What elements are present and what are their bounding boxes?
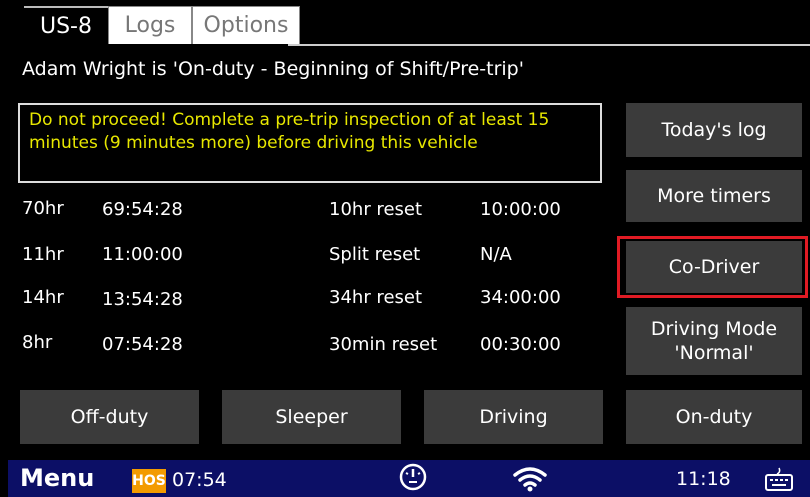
tab-us8[interactable]: US-8 — [24, 6, 108, 44]
todays-log-button[interactable]: Today's log — [626, 103, 802, 157]
menu-button[interactable]: Menu — [20, 464, 94, 492]
timer-8hr-value: 07:54:28 — [102, 334, 183, 355]
keyboard-icon[interactable] — [764, 466, 794, 492]
timer-8hr-label: 8hr — [22, 332, 53, 353]
timer-14hr-value: 13:54:28 — [102, 289, 183, 310]
driving-mode-label: Driving Mode — [650, 318, 778, 340]
co-driver-highlight — [617, 236, 808, 298]
driving-mode-button[interactable]: Driving Mode 'Normal' — [626, 307, 802, 375]
timer-10hr-reset-label: 10hr reset — [329, 199, 423, 220]
timer-30min-reset-value: 00:30:00 — [480, 334, 561, 355]
timer-split-reset-label: Split reset — [329, 244, 421, 265]
clock: 11:18 — [676, 468, 731, 490]
tab-logs[interactable]: Logs — [108, 6, 192, 44]
timer-11hr-value: 11:00:00 — [102, 244, 183, 265]
timer-10hr-reset-value: 10:00:00 — [480, 199, 561, 220]
timer-34hr-reset-label: 34hr reset — [329, 287, 423, 308]
tab-options[interactable]: Options — [192, 6, 300, 44]
driving-mode-value: 'Normal' — [674, 342, 754, 364]
more-timers-button[interactable]: More timers — [626, 170, 802, 222]
on-duty-button[interactable]: On-duty — [626, 390, 802, 444]
timer-split-reset-value: N/A — [480, 244, 512, 265]
gauge-icon[interactable] — [398, 462, 428, 492]
timer-70hr-label: 70hr — [22, 198, 64, 219]
warning-message: Do not proceed! Complete a pre-trip insp… — [18, 103, 602, 183]
timer-70hr-value: 69:54:28 — [102, 199, 183, 220]
driver-status: Adam Wright is 'On-duty - Beginning of S… — [22, 58, 524, 80]
timer-11hr-label: 11hr — [22, 244, 64, 265]
driving-button[interactable]: Driving — [424, 390, 603, 444]
timer-14hr-label: 14hr — [22, 287, 64, 308]
timer-34hr-reset-value: 34:00:00 — [480, 287, 561, 308]
wifi-icon[interactable] — [512, 466, 548, 492]
timer-30min-reset-label: 30min reset — [329, 334, 438, 355]
hos-remaining-time: 07:54 — [172, 469, 227, 491]
tab-underline — [288, 44, 810, 46]
hos-badge[interactable]: HOS — [132, 469, 166, 493]
sleeper-button[interactable]: Sleeper — [222, 390, 401, 444]
off-duty-button[interactable]: Off-duty — [20, 390, 199, 444]
taskbar: Menu HOS 07:54 11:18 — [8, 460, 810, 497]
